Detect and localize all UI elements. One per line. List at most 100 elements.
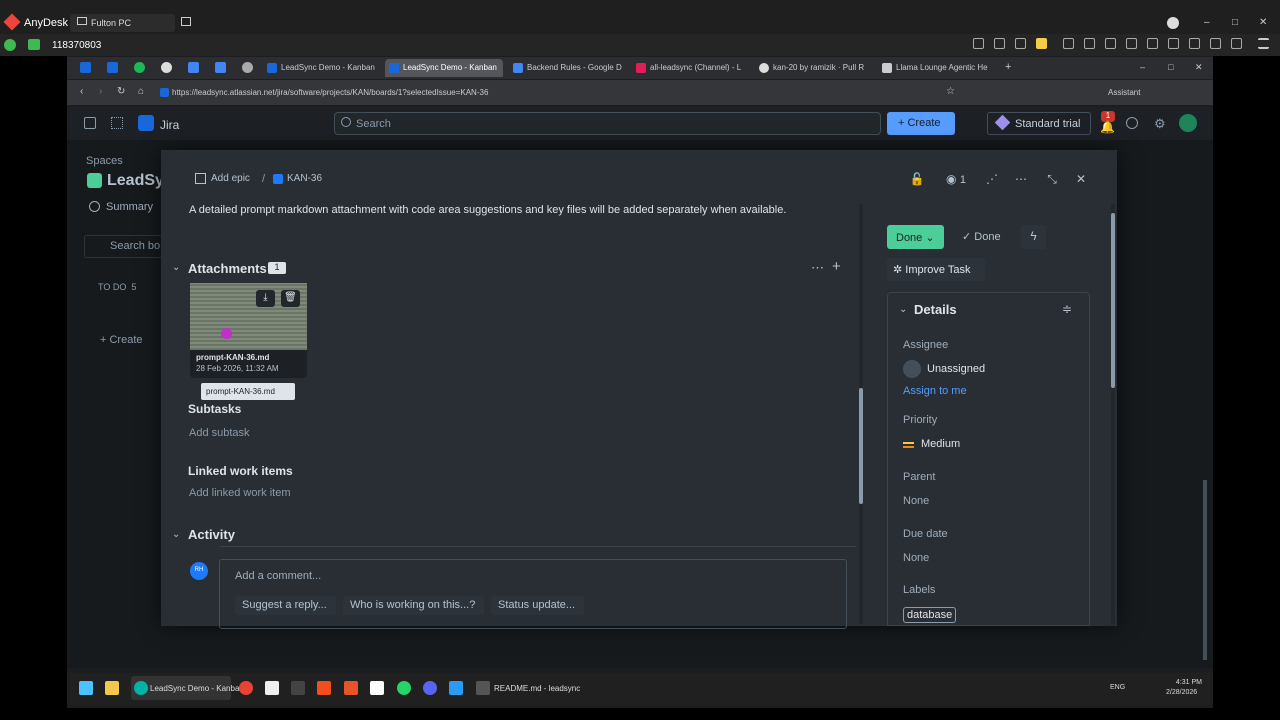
- clock-time[interactable]: 4:31 PM: [1172, 679, 1202, 686]
- file-explorer-icon[interactable]: [105, 681, 119, 695]
- parent-value[interactable]: None: [903, 495, 929, 507]
- attachments-more-icon[interactable]: ⋯: [811, 260, 824, 276]
- pinned-tab-docs-icon[interactable]: [188, 62, 199, 73]
- minimize-browser-button[interactable]: –: [1140, 62, 1145, 72]
- pinned-tab-chatgpt-icon[interactable]: [242, 62, 253, 73]
- tab-leadsync-1[interactable]: LeadSync Demo - Kanban: [263, 59, 381, 77]
- new-session-icon[interactable]: [181, 17, 191, 26]
- status-dropdown[interactable]: Done ⌄: [887, 225, 944, 249]
- automation-bolt-icon[interactable]: ϟ: [1021, 225, 1046, 249]
- lock-icon[interactable]: 🔓: [907, 172, 927, 190]
- url-text[interactable]: https://leadsync.atlassian.net/jira/soft…: [172, 88, 488, 97]
- issue-description[interactable]: A detailed prompt markdown attachment wi…: [189, 204, 786, 216]
- tab-backend-rules[interactable]: Backend Rules - Google D: [509, 59, 624, 77]
- watch-button[interactable]: ◉ 1: [941, 172, 971, 190]
- add-subtask-link[interactable]: Add subtask: [189, 427, 250, 439]
- chevron-down-icon[interactable]: ⌄: [172, 262, 180, 273]
- record-icon[interactable]: [1210, 38, 1221, 49]
- file-icon[interactable]: [1063, 38, 1074, 49]
- tab-pull-request[interactable]: kan-20 by ramizik · Pull R: [755, 59, 870, 77]
- clock-date[interactable]: 2/28/2026: [1166, 689, 1197, 696]
- jira-logo-icon[interactable]: [138, 115, 154, 131]
- more-actions-icon[interactable]: ⋯: [1011, 172, 1031, 190]
- download-icon[interactable]: [1167, 17, 1179, 29]
- delete-attachment-icon[interactable]: 🗑: [281, 290, 300, 307]
- pinned-tab-spotify-icon[interactable]: [134, 62, 145, 73]
- bookmark-star-icon[interactable]: ☆: [946, 86, 955, 97]
- reload-icon[interactable]: ↻: [117, 86, 125, 97]
- terminal-icon[interactable]: [291, 681, 305, 695]
- chevron-down-icon[interactable]: ⌄: [899, 304, 907, 315]
- close-browser-button[interactable]: ✕: [1195, 62, 1203, 73]
- add-epic-link[interactable]: Add epic: [211, 173, 250, 184]
- improve-task-button[interactable]: ✲ Improve Task: [887, 258, 985, 281]
- menu-icon[interactable]: [1258, 38, 1269, 49]
- due-date-value[interactable]: None: [903, 552, 929, 564]
- app-icon[interactable]: [265, 681, 279, 695]
- pinned-tab-docs-icon[interactable]: [215, 62, 226, 73]
- add-attachment-icon[interactable]: +: [832, 258, 841, 275]
- create-button[interactable]: + Create: [887, 112, 955, 135]
- sliders-icon[interactable]: [1189, 38, 1200, 49]
- chat-icon[interactable]: [973, 38, 984, 49]
- discord-icon[interactable]: [423, 681, 437, 695]
- priority-value[interactable]: Medium: [921, 438, 960, 450]
- tab-leadsync-active[interactable]: LeadSync Demo - Kanban: [385, 59, 503, 77]
- assistant-button[interactable]: Assistant: [1108, 88, 1140, 97]
- sidebar-toggle-icon[interactable]: [84, 117, 96, 129]
- keyboard-icon[interactable]: [1168, 38, 1179, 49]
- pinned-tab-jira-icon[interactable]: [107, 62, 118, 73]
- maximize-browser-button[interactable]: □: [1168, 62, 1173, 72]
- app-icon[interactable]: [344, 681, 358, 695]
- assignee-value[interactable]: Unassigned: [927, 363, 985, 375]
- taskbar-readme-label[interactable]: README.md - leadsync: [494, 684, 580, 693]
- download-attachment-icon[interactable]: ⤓: [256, 290, 275, 307]
- jira-app-name[interactable]: Jira: [160, 118, 179, 132]
- pen-icon[interactable]: [1231, 38, 1242, 49]
- who-working-chip[interactable]: Who is working on this...?: [343, 596, 484, 615]
- collapse-icon[interactable]: ⤡: [1042, 172, 1062, 190]
- share-icon[interactable]: ⋰: [982, 172, 1002, 190]
- minimize-button[interactable]: –: [1204, 17, 1210, 28]
- star-icon[interactable]: [1036, 38, 1047, 49]
- status-update-chip[interactable]: Status update...: [491, 596, 584, 615]
- search-input[interactable]: [334, 112, 881, 135]
- help-icon[interactable]: [1126, 117, 1138, 129]
- notes-icon[interactable]: [449, 681, 463, 695]
- close-modal-icon[interactable]: ✕: [1071, 172, 1091, 190]
- app-switcher-icon[interactable]: [111, 117, 123, 129]
- tab-slack-channel[interactable]: all-leadsync (Channel) - L: [632, 59, 747, 77]
- home-icon[interactable]: ⌂: [138, 86, 144, 97]
- new-tab-icon[interactable]: +: [1005, 61, 1011, 73]
- main-scrollbar-thumb[interactable]: [859, 388, 863, 504]
- maximize-button[interactable]: □: [1232, 17, 1238, 28]
- suggest-reply-chip[interactable]: Suggest a reply...: [235, 596, 336, 615]
- settings-gear-icon[interactable]: ⚙: [1154, 116, 1166, 132]
- issue-key[interactable]: KAN-36: [287, 173, 322, 184]
- label-chip[interactable]: database: [903, 607, 957, 623]
- figma-icon[interactable]: [317, 681, 331, 695]
- back-icon[interactable]: ‹: [80, 86, 83, 97]
- page-scrollbar[interactable]: [1203, 480, 1207, 660]
- whatsapp-icon[interactable]: [397, 681, 411, 695]
- screen-icon[interactable]: [1084, 38, 1095, 49]
- notion-icon[interactable]: [370, 681, 384, 695]
- configure-fields-icon[interactable]: ≑: [1062, 302, 1072, 316]
- windows-start-icon[interactable]: [79, 681, 93, 695]
- pinned-tab-jira-icon[interactable]: [80, 62, 91, 73]
- side-scrollbar-thumb[interactable]: [1111, 213, 1115, 388]
- user-avatar[interactable]: [1179, 114, 1197, 132]
- language-indicator[interactable]: ENG: [1110, 684, 1125, 691]
- lightning-icon[interactable]: [1147, 38, 1158, 49]
- display-icon[interactable]: [1105, 38, 1116, 49]
- chevron-down-icon[interactable]: ⌄: [172, 529, 180, 540]
- message-icon[interactable]: [1126, 38, 1137, 49]
- tab-llama-lounge[interactable]: Llama Lounge Agentic He: [878, 59, 993, 77]
- notification-bell-icon[interactable]: 🔔: [1100, 120, 1115, 134]
- editor-icon[interactable]: [476, 681, 490, 695]
- close-window-button[interactable]: ✕: [1259, 17, 1267, 28]
- hourglass-icon[interactable]: [994, 38, 1005, 49]
- database-icon[interactable]: [1015, 38, 1026, 49]
- add-linked-item-link[interactable]: Add linked work item: [189, 487, 291, 499]
- pinned-tab-github-icon[interactable]: [161, 62, 172, 73]
